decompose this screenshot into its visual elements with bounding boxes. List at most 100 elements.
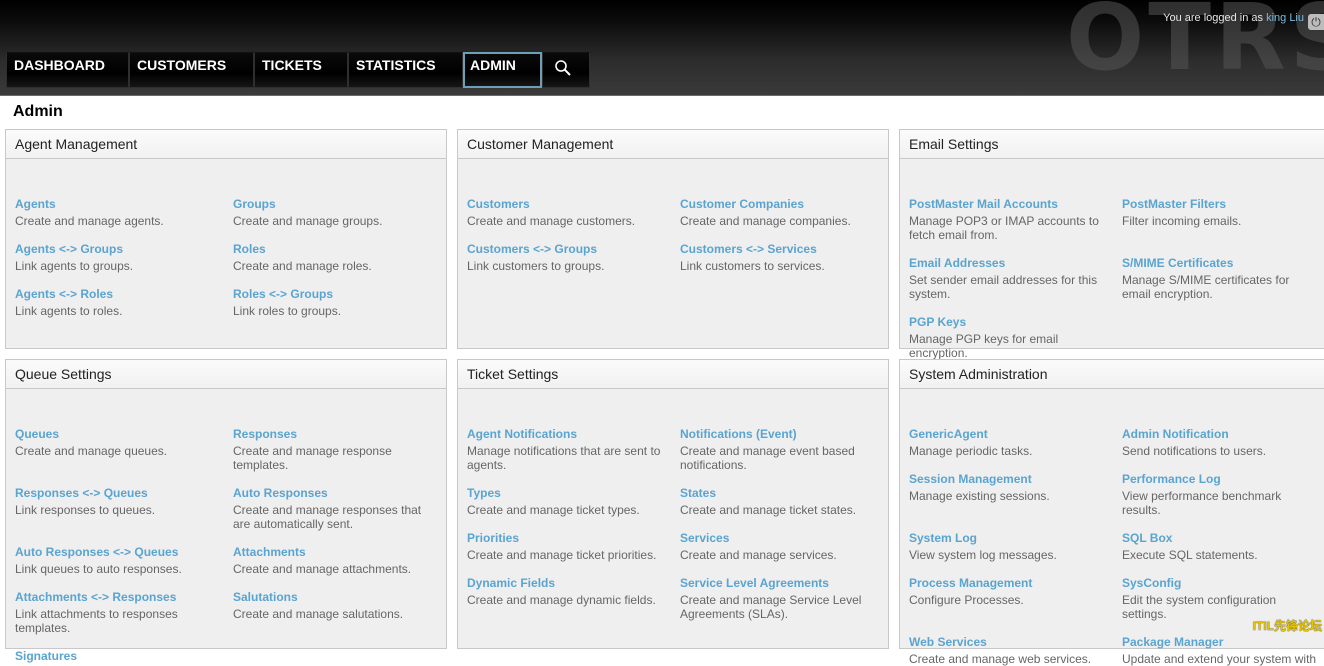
admin-link[interactable]: System Log: [909, 531, 1109, 545]
admin-desc: Set sender email addresses for this syst…: [909, 273, 1098, 301]
list-item: Queues Create and manage queues.: [15, 427, 227, 458]
section-title: Queue Settings: [6, 360, 446, 389]
admin-link[interactable]: Agents <-> Roles: [15, 287, 227, 301]
admin-link[interactable]: Process Management: [909, 576, 1109, 590]
admin-desc: Link customers to services.: [680, 259, 825, 273]
nav-statistics[interactable]: STATISTICS: [348, 52, 463, 88]
user-link[interactable]: king Liu: [1266, 12, 1304, 24]
admin-link[interactable]: Priorities: [467, 531, 679, 545]
admin-desc: Create and manage companies.: [680, 214, 851, 228]
list-item: Web Services Create and manage web servic…: [909, 635, 1109, 666]
admin-link[interactable]: PostMaster Mail Accounts: [909, 197, 1109, 211]
admin-link[interactable]: Performance Log: [1122, 472, 1302, 486]
admin-link[interactable]: Services: [680, 531, 892, 545]
list-item: Package Manager Update and extend your sy…: [1122, 635, 1324, 666]
admin-desc: Execute SQL statements.: [1122, 548, 1258, 562]
admin-link[interactable]: Groups: [233, 197, 445, 211]
admin-link[interactable]: Auto Responses: [233, 486, 438, 500]
admin-desc: Create and manage ticket states.: [680, 503, 857, 517]
admin-desc: Create and manage customers.: [467, 214, 636, 228]
admin-link[interactable]: SQL Box: [1122, 531, 1322, 545]
watermark: ITIL先锋论坛: [1252, 619, 1322, 633]
admin-link[interactable]: Web Services: [909, 635, 1109, 649]
admin-link[interactable]: Email Addresses: [909, 256, 1109, 270]
admin-link[interactable]: Dynamic Fields: [467, 576, 679, 590]
admin-desc: Link queues to auto responses.: [15, 562, 182, 576]
list-item: Types Create and manage ticket types.: [467, 486, 679, 517]
admin-desc: Create and manage responses that are aut…: [233, 503, 422, 531]
admin-link[interactable]: Queues: [15, 427, 227, 441]
admin-link[interactable]: Package Manager: [1122, 635, 1324, 649]
admin-desc: View system log messages.: [909, 548, 1057, 562]
list-item: Agent Notifications Manage notifications …: [467, 427, 672, 472]
admin-link[interactable]: Salutations: [233, 590, 445, 604]
list-item: Salutations Create and manage salutations…: [233, 590, 445, 621]
admin-link[interactable]: Roles <-> Groups: [233, 287, 445, 301]
list-item: States Create and manage ticket states.: [680, 486, 892, 517]
list-item: Notifications (Event) Create and manage e…: [680, 427, 880, 472]
admin-link[interactable]: Customers: [467, 197, 679, 211]
admin-link[interactable]: Attachments: [233, 545, 445, 559]
admin-link[interactable]: Types: [467, 486, 679, 500]
section-title: Email Settings: [900, 130, 1324, 159]
nav-admin[interactable]: ADMIN: [463, 52, 542, 88]
admin-desc: Create and manage queues.: [15, 444, 168, 458]
admin-link[interactable]: Agents: [15, 197, 227, 211]
admin-desc: Link agents to roles.: [15, 304, 123, 318]
list-item: SQL Box Execute SQL statements.: [1122, 531, 1322, 562]
admin-link[interactable]: Signatures: [15, 649, 227, 663]
admin-link[interactable]: Responses <-> Queues: [15, 486, 227, 500]
list-item: Session Management Manage existing sessio…: [909, 472, 1109, 503]
admin-desc: Filter incoming emails.: [1122, 214, 1242, 228]
admin-link[interactable]: Customers <-> Services: [680, 242, 892, 256]
section-title: Ticket Settings: [458, 360, 888, 389]
list-item: Service Level Agreements Create and manag…: [680, 576, 880, 621]
admin-link[interactable]: S/MIME Certificates: [1122, 256, 1302, 270]
admin-link[interactable]: Roles: [233, 242, 445, 256]
admin-link[interactable]: Customers <-> Groups: [467, 242, 679, 256]
list-item: Performance Log View performance benchmar…: [1122, 472, 1302, 517]
admin-link[interactable]: Customer Companies: [680, 197, 892, 211]
admin-desc: Create and manage response templates.: [233, 444, 392, 472]
admin-desc: Manage notifications that are sent to ag…: [467, 444, 661, 472]
list-item: Customer Companies Create and manage comp…: [680, 197, 892, 228]
admin-desc: Create and manage ticket types.: [467, 503, 640, 517]
list-item: Email Addresses Set sender email addresse…: [909, 256, 1109, 301]
list-item: Priorities Create and manage ticket prior…: [467, 531, 679, 562]
admin-link[interactable]: Auto Responses <-> Queues: [15, 545, 227, 559]
section-ticket-settings: Ticket Settings Agent Notifications Manag…: [457, 359, 889, 649]
admin-link[interactable]: States: [680, 486, 892, 500]
admin-link[interactable]: PostMaster Filters: [1122, 197, 1322, 211]
nav-dashboard[interactable]: DASHBOARD: [6, 52, 129, 88]
admin-desc: Create and manage ticket priorities.: [467, 548, 657, 562]
admin-link[interactable]: Admin Notification: [1122, 427, 1322, 441]
admin-link[interactable]: Attachments <-> Responses: [15, 590, 200, 604]
admin-link[interactable]: Notifications (Event): [680, 427, 880, 441]
admin-link[interactable]: PGP Keys: [909, 315, 1079, 329]
admin-desc: Manage periodic tasks.: [909, 444, 1033, 458]
list-item: Process Management Configure Processes.: [909, 576, 1109, 607]
admin-link[interactable]: SysConfig: [1122, 576, 1302, 590]
list-item: Agents Create and manage agents.: [15, 197, 227, 228]
admin-link[interactable]: Service Level Agreements: [680, 576, 880, 590]
admin-link[interactable]: Session Management: [909, 472, 1109, 486]
section-system-administration: System Administration GenericAgent Manage…: [899, 359, 1324, 666]
nav-tickets[interactable]: TICKETS: [254, 52, 348, 88]
admin-desc: Create and manage event based notificati…: [680, 444, 855, 472]
list-item: Services Create and manage services.: [680, 531, 892, 562]
power-icon[interactable]: ⏻: [1308, 14, 1324, 30]
admin-desc: Link agents to groups.: [15, 259, 134, 273]
admin-desc: View performance benchmark results.: [1122, 489, 1282, 517]
admin-desc: Manage existing sessions.: [909, 489, 1050, 503]
nav-search-button[interactable]: [542, 52, 590, 88]
admin-link[interactable]: Agent Notifications: [467, 427, 672, 441]
list-item: PGP Keys Manage PGP keys for email encryp…: [909, 315, 1079, 360]
section-title: Agent Management: [6, 130, 446, 159]
admin-link[interactable]: Responses: [233, 427, 413, 441]
list-item: Agents <-> Groups Link agents to groups.: [15, 242, 227, 273]
list-item: Agents <-> Roles Link agents to roles.: [15, 287, 227, 318]
admin-link[interactable]: Agents <-> Groups: [15, 242, 227, 256]
nav-customers[interactable]: CUSTOMERS: [129, 52, 254, 88]
list-item: Auto Responses <-> Queues Link queues to …: [15, 545, 227, 576]
admin-link[interactable]: GenericAgent: [909, 427, 1109, 441]
